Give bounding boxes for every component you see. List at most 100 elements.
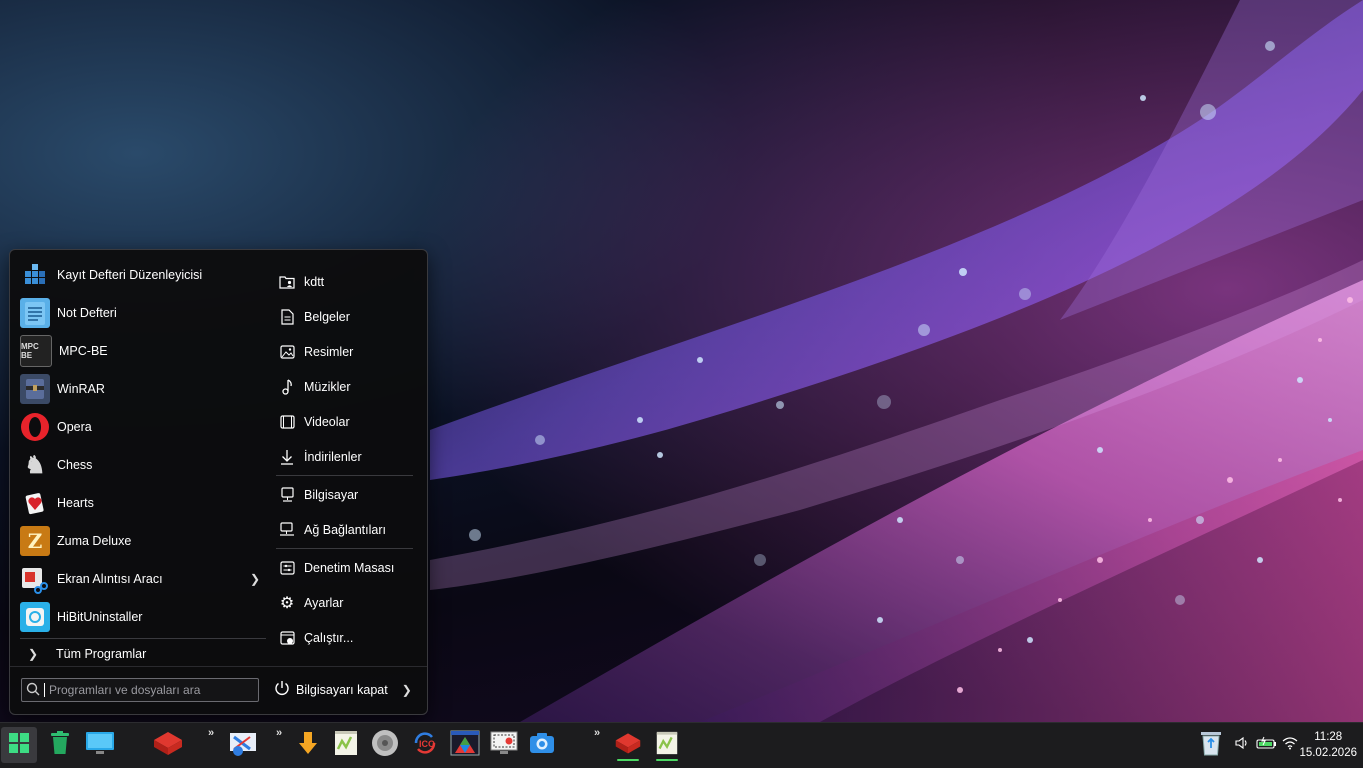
program-notepad[interactable]: Not Defteri <box>10 294 266 332</box>
program-registry-editor[interactable]: Kayıt Defteri Düzenleyicisi <box>10 256 266 294</box>
notepad-plus-icon <box>332 729 360 762</box>
tray-battery[interactable] <box>1256 723 1278 768</box>
speaker-icon <box>370 728 400 763</box>
program-winrar[interactable]: WinRAR <box>10 370 266 408</box>
shutdown-button[interactable]: Bilgisayarı kapat ❯ <box>274 678 412 702</box>
place-label: Ayarlar <box>304 595 344 610</box>
place-label: Belgeler <box>304 309 350 324</box>
user-folder-icon <box>278 275 296 289</box>
network-icon <box>278 522 296 537</box>
opera-icon <box>20 412 50 442</box>
place-label: kdtt <box>304 274 325 289</box>
program-label: MPC-BE <box>59 344 108 358</box>
snipping-tool-icon <box>20 564 50 594</box>
clock[interactable]: 11:28 15.02.2026 <box>1299 729 1357 761</box>
tray-recycle-bin[interactable] <box>1193 727 1229 763</box>
taskbar-notepad-plus-running[interactable] <box>649 727 685 763</box>
taskbar-downloader[interactable] <box>290 727 326 763</box>
program-label: HiBitUninstaller <box>57 610 143 624</box>
place-pictures[interactable]: Resimler <box>268 334 418 369</box>
shutdown-label: Bilgisayarı kapat <box>296 683 388 697</box>
program-hibit-uninstaller[interactable]: HiBitUninstaller <box>10 598 266 636</box>
place-network[interactable]: Ağ Bağlantıları <box>268 512 418 547</box>
taskbar-notepad-plus[interactable] <box>328 727 364 763</box>
place-music[interactable]: Müzikler <box>268 369 418 404</box>
submenu-chevron-icon[interactable]: ❯ <box>250 572 260 586</box>
search-input[interactable]: Programları ve dosyaları ara <box>21 678 259 702</box>
program-label: Zuma Deluxe <box>57 534 132 548</box>
taskbar-app-red-running[interactable] <box>610 727 646 763</box>
chess-icon: ♞ <box>24 451 46 479</box>
windows-logo-icon <box>8 732 30 759</box>
divider <box>276 548 413 549</box>
start-menu: Kayıt Defteri Düzenleyicisi Not Defteri … <box>9 249 428 715</box>
program-opera[interactable]: Opera <box>10 408 266 446</box>
hibit-uninstaller-icon <box>20 602 50 632</box>
place-label: Bilgisayar <box>304 487 359 502</box>
computer-icon <box>278 487 296 502</box>
volume-icon <box>1235 736 1249 755</box>
notepad-icon <box>20 298 50 328</box>
taskbar-ico-convert[interactable]: ICO <box>407 727 443 763</box>
place-label: Çalıştır... <box>304 630 354 645</box>
winrar-icon <box>20 374 50 404</box>
overflow-chevron[interactable]: » <box>594 727 600 739</box>
taskbar-screen-recorder[interactable] <box>486 727 522 763</box>
program-hearts[interactable]: Hearts <box>10 484 266 522</box>
music-note-icon <box>278 378 296 395</box>
zuma-icon: Z <box>20 526 50 556</box>
ico-convert-icon: ICO <box>410 729 440 762</box>
control-panel-icon <box>228 729 258 762</box>
svg-text:ICO: ICO <box>419 739 435 749</box>
place-label: Müzikler <box>304 379 351 394</box>
taskbar-color-app[interactable] <box>447 727 483 763</box>
chevron-right-icon[interactable]: ❯ <box>402 683 412 697</box>
taskbar-audio[interactable] <box>367 727 403 763</box>
monitor-icon <box>85 730 115 761</box>
program-chess[interactable]: ♞ Chess <box>10 446 266 484</box>
taskbar-recycle-bin[interactable] <box>42 727 78 763</box>
place-run[interactable]: Çalıştır... <box>268 620 418 655</box>
film-icon <box>278 414 296 429</box>
gear-icon: ⚙ <box>279 594 295 612</box>
running-indicator <box>656 759 678 761</box>
wifi-icon <box>1282 736 1298 755</box>
tray-volume[interactable] <box>1235 723 1249 768</box>
start-button[interactable] <box>1 727 37 763</box>
place-computer[interactable]: Bilgisayar <box>268 477 418 512</box>
screen-recorder-icon <box>489 729 519 762</box>
place-label: Denetim Masası <box>304 560 395 575</box>
place-user-folder[interactable]: kdtt <box>268 264 418 299</box>
camera-icon <box>528 731 556 760</box>
download-arrow-icon <box>278 449 296 465</box>
download-arrow-icon <box>297 730 319 761</box>
program-label: WinRAR <box>57 382 105 396</box>
overflow-chevron[interactable]: » <box>208 727 214 739</box>
program-mpc-be[interactable]: MPC BE MPC-BE <box>10 332 266 370</box>
program-zuma-deluxe[interactable]: Z Zuma Deluxe <box>10 522 266 560</box>
all-programs-label: Tüm Programlar <box>56 647 147 661</box>
text-caret <box>44 683 45 697</box>
program-snipping-tool[interactable]: Ekran Alıntısı Aracı ❯ <box>10 560 266 598</box>
place-downloads[interactable]: İndirilenler <box>268 439 418 474</box>
overflow-chevron[interactable]: » <box>276 727 282 739</box>
place-label: Resimler <box>304 344 354 359</box>
place-settings[interactable]: ⚙ Ayarlar <box>268 585 418 620</box>
taskbar-app-red[interactable] <box>150 727 186 763</box>
all-programs-button[interactable]: ❯ Tüm Programlar <box>10 642 266 666</box>
place-videos[interactable]: Videolar <box>268 404 418 439</box>
search-icon <box>22 682 44 699</box>
taskbar-control-panel[interactable] <box>225 727 261 763</box>
tray-wifi[interactable] <box>1282 723 1298 768</box>
program-label: Not Defteri <box>57 306 117 320</box>
clock-date: 15.02.2026 <box>1299 747 1357 759</box>
clock-time: 11:28 <box>1314 731 1343 743</box>
place-documents[interactable]: Belgeler <box>268 299 418 334</box>
place-control-panel[interactable]: Denetim Masası <box>268 550 418 585</box>
taskbar-camera[interactable] <box>524 727 560 763</box>
red-cube-icon <box>152 730 184 761</box>
place-label: Videolar <box>304 414 350 429</box>
battery-icon <box>1256 736 1278 755</box>
taskbar-desktop[interactable] <box>82 727 118 763</box>
program-label: Ekran Alıntısı Aracı <box>57 572 163 586</box>
